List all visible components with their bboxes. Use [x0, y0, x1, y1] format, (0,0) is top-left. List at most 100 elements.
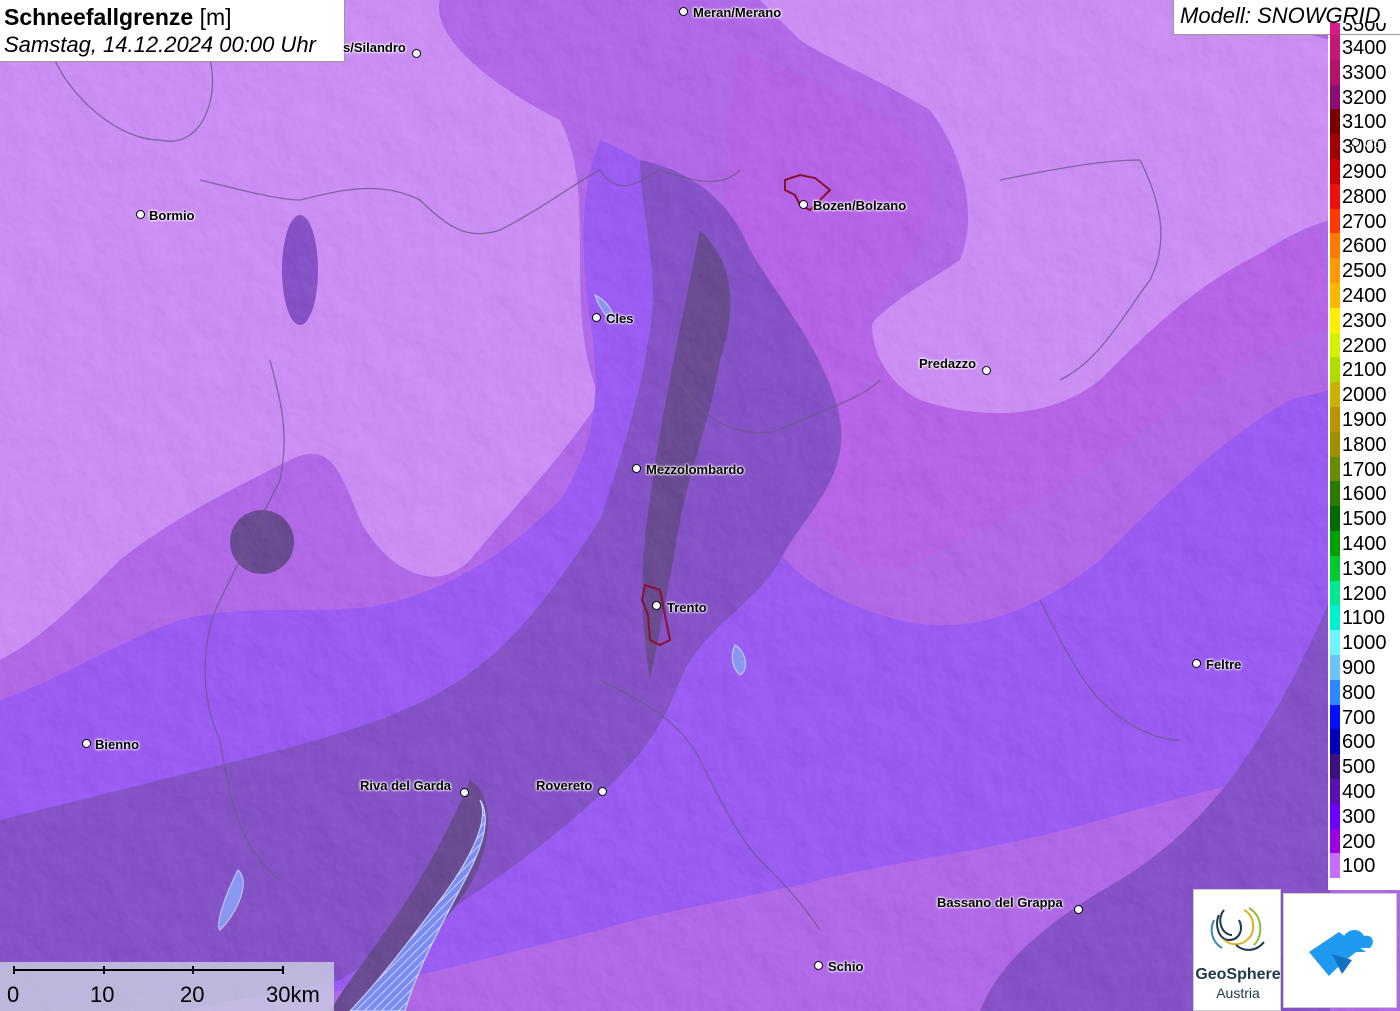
legend-label: 1300 [1342, 557, 1387, 580]
legend-row-600: 600 [1328, 729, 1400, 755]
legend-label: 1900 [1342, 409, 1387, 431]
scale-bar: 0 10 20 30km [0, 962, 334, 1011]
scale-label-10: 10 [90, 982, 115, 1007]
legend-label: 700 [1342, 706, 1376, 729]
legend-row-100: 100 [1328, 853, 1400, 879]
legend-swatch [1330, 779, 1340, 804]
legend-row-700: 700 [1328, 704, 1400, 730]
legend-swatch [1330, 183, 1340, 209]
map-title: Schneefallgrenze [m] [4, 3, 340, 31]
city-marker-meran[interactable] [679, 7, 688, 16]
legend-swatch [1330, 23, 1340, 35]
weather-app-logo[interactable] [1283, 893, 1397, 1008]
legend-label: 3100 [1342, 111, 1387, 134]
legend-label: 800 [1342, 681, 1376, 704]
title-unit: [m] [199, 4, 232, 30]
legend-label: 500 [1342, 756, 1376, 779]
legend-row-2700: 2700 [1328, 208, 1400, 234]
legend-swatch [1330, 803, 1340, 829]
city-marker-cles[interactable] [592, 313, 601, 322]
city-marker-bienno[interactable] [82, 739, 91, 748]
legend-row-900: 900 [1328, 655, 1400, 680]
city-marker-trento[interactable] [652, 601, 661, 610]
city-label-schio: Schio [828, 959, 864, 974]
legend-row-2500: 2500 [1328, 258, 1400, 283]
legend-swatch [1330, 382, 1340, 407]
legend-label: 1800 [1342, 433, 1387, 456]
legend-row-2200: 2200 [1328, 332, 1400, 358]
legend-label: 1700 [1342, 458, 1387, 481]
legend-label: 3400 [1342, 37, 1387, 59]
city-label-meran: Meran/Merano [693, 5, 782, 20]
legend-label: 1000 [1342, 632, 1387, 655]
legend-swatch [1330, 481, 1340, 507]
legend-row-2900: 2900 [1328, 159, 1400, 184]
snow-cloud-icon [1309, 930, 1373, 976]
legend-label: 900 [1342, 657, 1376, 679]
legend-swatch [1330, 84, 1340, 110]
city-marker-bassano[interactable] [1074, 905, 1083, 914]
legend-swatch [1330, 431, 1340, 457]
legend-row-1100: 1100 [1328, 605, 1400, 631]
city-marker-feltre[interactable] [1192, 659, 1201, 668]
legend-swatch [1330, 853, 1340, 879]
city-label-bormio: Bormio [149, 208, 195, 223]
legend-swatch [1330, 828, 1340, 854]
city-label-mezzolombardo: Mezzolombardo [646, 462, 745, 477]
hillshade-overlay [0, 0, 1400, 1011]
legend-label: 2500 [1342, 260, 1387, 283]
city-marker-predazzo[interactable] [982, 366, 991, 375]
legend-swatch [1330, 506, 1340, 531]
geosphere-line1: GeoSphere [1195, 966, 1281, 983]
snowfall-limit-map[interactable] [0, 0, 1400, 1011]
city-marker-cortina[interactable] [1351, 138, 1360, 147]
color-legend: 3500 3400 3300 3200 3100 3000 2900 2800 2700 260… [1328, 23, 1400, 890]
legend-row-1900: 1900 [1328, 407, 1400, 432]
city-label-rovereto: Rovereto [536, 778, 593, 793]
city-label-cortina: Corti [1364, 136, 1392, 151]
city-label-riva: Riva del Garda [360, 778, 452, 793]
scale-label-0: 0 [7, 982, 20, 1007]
legend-label: 200 [1342, 830, 1376, 853]
city-marker-silandro[interactable] [412, 49, 421, 58]
legend-row-2800: 2800 [1328, 183, 1400, 209]
city-marker-bormio[interactable] [136, 210, 145, 219]
geosphere-austria-logo[interactable]: GeoSphere Austria [1193, 889, 1281, 1011]
legend-row-1200: 1200 [1328, 580, 1400, 606]
legend-row-1600: 1600 [1328, 481, 1400, 507]
legend-swatch [1330, 754, 1340, 779]
city-label-cles: Cles [606, 311, 634, 326]
city-marker-schio[interactable] [814, 961, 823, 970]
city-label-bienno: Bienno [95, 737, 140, 752]
legend-row-3100: 3100 [1328, 109, 1400, 135]
city-label-silandro: s/Silandro [343, 40, 406, 55]
geosphere-line2: Austria [1216, 985, 1260, 1001]
map-title-box: Schneefallgrenze [m] Samstag, 14.12.2024… [0, 0, 345, 62]
legend-row-2400: 2400 [1328, 283, 1400, 308]
scale-label-30km: 30km [266, 982, 320, 1007]
legend-swatch [1330, 580, 1340, 606]
legend-row-1500: 1500 [1328, 506, 1400, 531]
legend-label: 2600 [1342, 235, 1387, 258]
city-marker-bozen[interactable] [799, 200, 808, 209]
city-marker-rovereto[interactable] [598, 787, 607, 796]
legend-swatch [1330, 134, 1340, 159]
legend-swatch [1330, 307, 1340, 333]
scale-label-20: 20 [180, 982, 205, 1007]
legend-swatch [1330, 407, 1340, 432]
city-label-feltre: Feltre [1206, 657, 1242, 672]
geosphere-swirl-icon [1210, 907, 1265, 951]
legend-swatch [1330, 531, 1340, 556]
legend-row-2000: 2000 [1328, 382, 1400, 407]
legend-row-300: 300 [1328, 803, 1400, 829]
city-label-predazzo: Predazzo [919, 356, 977, 371]
city-marker-riva[interactable] [460, 788, 469, 797]
legend-label: 3500 [1342, 23, 1387, 35]
legend-label: 1400 [1342, 533, 1387, 555]
legend-row-400: 400 [1328, 779, 1400, 804]
legend-swatch [1330, 555, 1340, 581]
legend-label: 2000 [1342, 384, 1387, 407]
city-marker-mezzolombardo[interactable] [632, 464, 641, 473]
legend-row-1000: 1000 [1328, 630, 1400, 655]
legend-label: 3200 [1342, 86, 1387, 109]
